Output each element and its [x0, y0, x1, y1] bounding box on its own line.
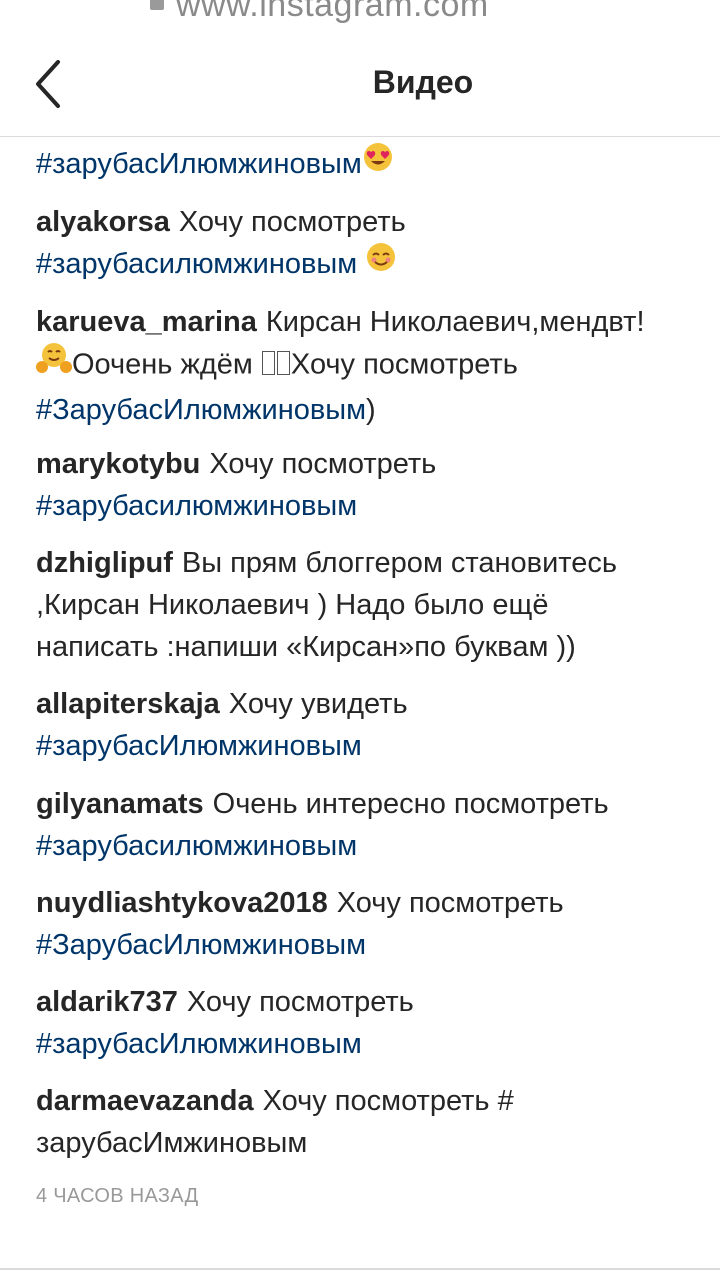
comment-item: darmaevazanda Хочу посмотреть # зарубасИм…	[36, 1080, 720, 1164]
comment-item: nuydliashtykova2018 Хочу посмотреть #Зару…	[36, 882, 720, 966]
comment-item: aldarik737 Хочу посмотреть #зарубасИлюмжи…	[36, 981, 720, 1065]
comment-item: #зарубасИлюмжиновым	[36, 143, 720, 187]
comment-hashtag[interactable]: #зарубасилюмжиновым	[36, 248, 357, 280]
comment-item: dzhiglipuf Вы прям блоггером становитесь …	[36, 542, 720, 668]
comment-text: зарубасИмжиновым	[36, 1127, 308, 1159]
comment-hashtag[interactable]: #ЗарубасИлюмжиновым	[36, 929, 366, 961]
page-header: Видео	[0, 34, 720, 137]
comment-text: Хочу посмотреть	[178, 206, 406, 238]
missing-glyph-icon	[276, 351, 290, 375]
comment-timestamp: 4 ЧАСОВ НАЗАД	[36, 1185, 199, 1207]
instagram-comments-screen: www.instagram.com Видео #зарубасИлюмжино…	[0, 0, 720, 1280]
comment-username[interactable]: gilyanamats	[36, 788, 204, 820]
comment-text: Очень интересно посмотреть	[212, 788, 609, 820]
comment-item: alyakorsa Хочу посмотреть #зарубасилюмжин…	[36, 201, 720, 287]
comment-text: Хочу посмотреть #	[262, 1085, 514, 1117]
comment-list[interactable]: #зарубасИлюмжиновым alyakorsa Хочу посмот…	[0, 137, 720, 1267]
comment-username[interactable]: allapiterskaja	[36, 688, 220, 720]
comment-username[interactable]: marykotybu	[36, 448, 200, 480]
comment-username[interactable]: dzhiglipuf	[36, 547, 173, 579]
page-title: Видео	[372, 64, 474, 100]
comment-text: Хочу посмотреть	[290, 348, 518, 381]
comment-item: allapiterskaja Хочу увидеть #зарубасИлюмж…	[36, 683, 720, 767]
comment-hashtag[interactable]: #зарубасИлюмжиновым	[36, 1028, 362, 1060]
missing-glyph-icon	[261, 351, 275, 375]
comment-item: marykotybu Хочу посмотреть #зарубасилюмжи…	[36, 443, 720, 527]
comment-text: Хочу посмотреть	[336, 887, 564, 919]
comment-text: ,Кирсан Николаевич ) Надо было ещё	[36, 589, 549, 621]
browser-url-bar[interactable]: www.instagram.com	[0, 0, 720, 35]
heart-eyes-emoji-icon	[362, 141, 394, 185]
hugging-face-emoji-icon	[36, 341, 72, 387]
comment-hashtag[interactable]: #зарубасилюмжиновым	[36, 490, 357, 522]
comment-hashtag[interactable]: #ЗарубасИлюмжиновым	[36, 394, 366, 426]
comment-text: Вы прям блоггером становитесь	[181, 547, 617, 579]
lock-icon	[150, 0, 164, 10]
comment-hashtag[interactable]: #зарубасилюмжиновым	[36, 830, 357, 862]
comment-text: Хочу увидеть	[228, 688, 408, 720]
comment-item: karueva_marina Кирсан Николаевич,мендвт! …	[36, 301, 720, 431]
comment-item: gilyanamats Очень интересно посмотреть #з…	[36, 783, 720, 867]
comment-username[interactable]: karueva_marina	[36, 306, 257, 338]
url-text[interactable]: www.instagram.com	[176, 0, 489, 25]
comment-text: Оочень ждём	[72, 348, 261, 381]
comment-username[interactable]: nuydliashtykova2018	[36, 887, 328, 919]
comment-username[interactable]: alyakorsa	[36, 206, 170, 238]
comment-text: Хочу посмотреть	[209, 448, 437, 480]
comment-text: Кирсан Николаевич,мендвт!	[265, 306, 645, 338]
comment-hashtag[interactable]: #зарубасИлюмжиновым	[36, 148, 362, 180]
comment-hashtag[interactable]: #зарубасИлюмжиновым	[36, 730, 362, 762]
comment-username[interactable]: darmaevazanda	[36, 1085, 254, 1117]
smiling-face-emoji-icon	[365, 241, 397, 285]
comment-text: Хочу посмотреть	[186, 986, 414, 1018]
comment-username[interactable]: aldarik737	[36, 986, 178, 1018]
comment-text: написать :напиши «Кирсан»по буквам ))	[36, 631, 576, 663]
bottom-divider	[0, 1268, 720, 1270]
comment-text: )	[366, 394, 376, 426]
